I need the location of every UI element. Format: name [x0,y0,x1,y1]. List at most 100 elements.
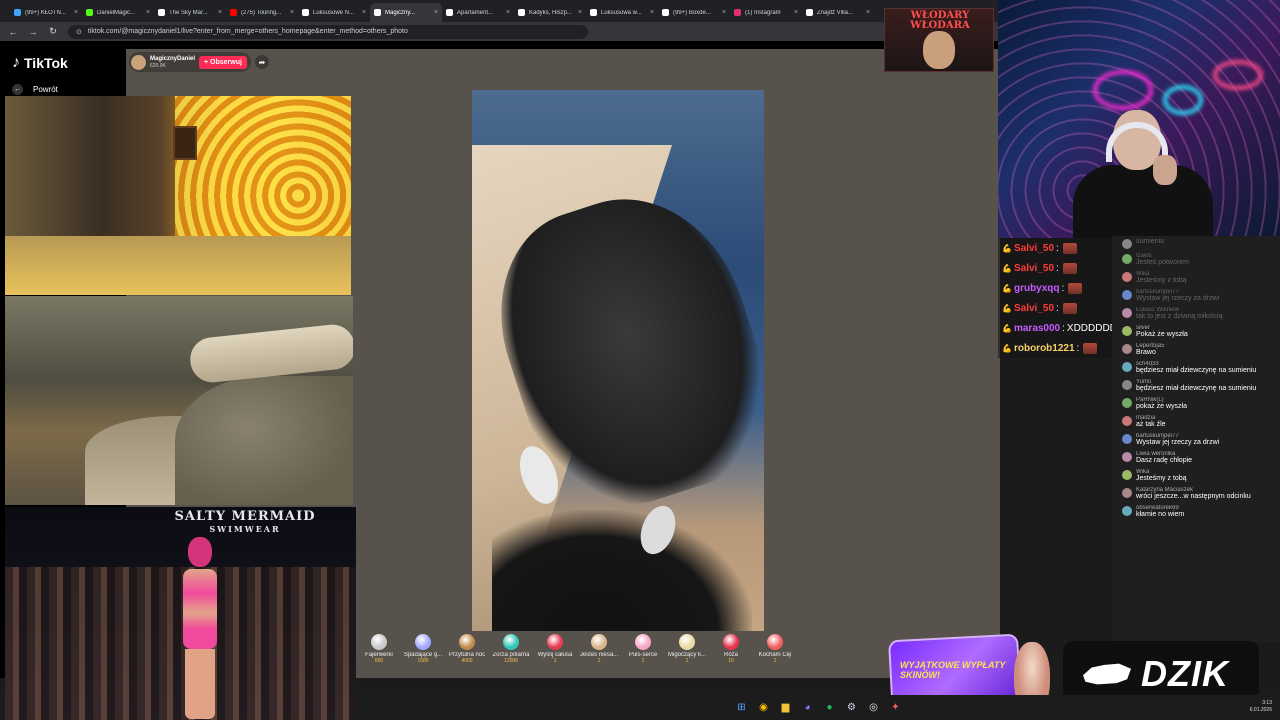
chat-avatar[interactable] [1122,308,1132,318]
chrome-icon[interactable]: ◉ [756,700,772,716]
chat-message-item[interactable]: PaRNik(L) pokaż że wyszła [1112,395,1280,413]
gift-item[interactable]: Puls-serce 1 [621,634,665,664]
gift-item[interactable]: Kocham Cię 1 [753,634,797,664]
tiktok-logo[interactable]: ♪ TikTok [12,54,68,72]
chat-message-item[interactable]: Wika Jesteśmy z tobą [1112,269,1280,287]
browser-tab[interactable]: (1) Instagram × [730,3,802,22]
chat-username: grubyxqq [1013,282,1060,294]
windows-start-icon[interactable]: ⊞ [734,700,750,716]
browser-tab[interactable]: Kadyks, Hiszp... × [514,3,586,22]
browser-tab[interactable]: The Sky Mar... × [154,3,226,22]
chat-message-item[interactable]: sch4d33 będziesz miał dziewczynę na sumie… [1112,359,1280,377]
follow-button[interactable]: + Obserwuj [199,55,247,69]
chat-avatar[interactable] [1122,272,1132,282]
chat-message-item[interactable]: Yumo będziesz miał dziewczynę na sumieniu [1112,377,1280,395]
reload-icon[interactable]: ↻ [48,26,58,37]
chat-avatar[interactable] [1122,362,1132,372]
chat-message-item[interactable]: Katarzyna Maciaszek wróci jeszcze...w nas… [1112,485,1280,503]
tab-close-icon[interactable]: × [578,9,582,16]
tab-close-icon[interactable]: × [218,9,222,16]
chat-message-body: Yumo będziesz miał dziewczynę na sumieniu [1136,379,1274,393]
chat-message-item[interactable]: Liwia weronika Dasz radę chłopie [1112,449,1280,467]
chat-avatar[interactable] [1122,380,1132,390]
back-arrow-icon[interactable]: ← [8,27,18,37]
chat-message-item[interactable]: Łukasz Wiśniew tak to jest z dziwną miłoś… [1112,305,1280,323]
chat-avatar[interactable] [1122,254,1132,264]
browser-tab[interactable]: Magiczny... × [370,3,442,22]
chat-avatar[interactable] [1122,416,1132,426]
chat-emote-icon [1062,262,1077,274]
site-info-icon[interactable]: ⊙ [76,28,82,36]
chat-message-body: Łukasz Wiśniew tak to jest z dziwną miłoś… [1136,307,1274,321]
host-avatar[interactable] [131,54,146,70]
obs-icon[interactable]: ◎ [866,700,882,716]
gift-item[interactable]: Jesteś niesa... 1 [577,634,621,664]
tab-close-icon[interactable]: × [434,9,438,16]
chat-avatar[interactable] [1122,239,1132,249]
steam-icon[interactable]: ⚙ [844,700,860,716]
browser-tab[interactable]: Znajdź Villa... × [802,3,874,22]
tab-close-icon[interactable]: × [506,9,510,16]
gift-item[interactable]: Róża 10 [709,634,753,664]
tab-close-icon[interactable]: × [794,9,798,16]
browser-tab[interactable]: (275) Touring... × [226,3,298,22]
live-video[interactable] [472,90,764,674]
chat-avatar[interactable] [1122,398,1132,408]
spotify-icon[interactable]: ● [822,700,838,716]
tiktok-chat-panel[interactable]: sumieniu Izaels Jesteś potworem Wika Jesteśm… [1112,236,1280,642]
neon-sign-pink [1093,70,1153,110]
chat-avatar[interactable] [1122,452,1132,462]
tab-close-icon[interactable]: × [362,9,366,16]
system-clock[interactable]: 3:13 6.01.2026 [1250,700,1272,714]
gift-item[interactable]: Migoczący k... 1 [665,634,709,664]
chat-message-item[interactable]: madzia aż tak źle [1112,413,1280,431]
back-link[interactable]: ← Powrót [12,84,58,95]
browser-tab[interactable]: (99+) KŁOTN... × [10,3,82,22]
share-icon[interactable]: ➦ [255,55,269,69]
chat-message-item[interactable]: silver Pokaż że wyszła [1112,323,1280,341]
chat-message-item[interactable]: bartuskumpel77 Wystaw jej rzeczy za drzwi [1112,431,1280,449]
chat-avatar[interactable] [1122,506,1132,516]
chat-message-item[interactable]: Wika Jesteśmy z tobą [1112,467,1280,485]
gift-item[interactable]: Przytulna noc 4000 [445,634,489,664]
tab-close-icon[interactable]: × [722,9,726,16]
gift-item[interactable]: Wyślij całusa 1 [533,634,577,664]
gift-item[interactable]: Spadające g... 1580 [401,634,445,664]
tab-close-icon[interactable]: × [290,9,294,16]
browser-tab-strip: (99+) KŁOTN... × DanielMagic... × The Sky Ma… [0,0,1000,22]
chat-avatar[interactable] [1122,326,1132,336]
sand-floor [5,236,351,295]
browser-tab[interactable]: DanielMagic... × [82,3,154,22]
browser-tab[interactable]: Apartament... × [442,3,514,22]
browser-tab[interactable]: Luksusowe N... × [298,3,370,22]
chat-message-item[interactable]: Izaels Jesteś potworem [1112,251,1280,269]
chat-message-item[interactable]: obserwatorek69 kłamie no wiem [1112,503,1280,521]
url-input[interactable]: ⊙ tiktok.com/@magicznydaniel1/live?enter… [68,24,588,39]
chat-avatar[interactable] [1122,488,1132,498]
chat-avatar[interactable] [1122,434,1132,444]
browser-tab[interactable]: Luksusowa w... × [586,3,658,22]
app-icon[interactable]: ✦ [888,700,904,716]
chat-badge-icon: 💪 [1002,263,1012,273]
tab-label: The Sky Mar... [169,9,208,16]
gift-item[interactable]: Zorza polarna 12000 [489,634,533,664]
chat-avatar[interactable] [1122,290,1132,300]
tab-close-icon[interactable]: × [146,9,150,16]
gift-icon [459,634,475,650]
tab-close-icon[interactable]: × [650,9,654,16]
chat-message-item[interactable]: Lepertoja5 Brawo [1112,341,1280,359]
host-info[interactable]: MagicznyDaniel 620.9K + Obserwuj [129,52,251,72]
chat-message-item[interactable]: bartuskumpel77 Wystaw jej rzeczy za drzwi [1112,287,1280,305]
file-explorer-icon[interactable]: ▆ [778,700,794,716]
gift-item[interactable]: Fajerwerki 600 [357,634,401,664]
tab-close-icon[interactable]: × [74,9,78,16]
model-head [188,537,212,567]
forward-arrow-icon[interactable]: → [28,27,38,37]
tab-close-icon[interactable]: × [866,9,870,16]
chat-emote-icon [1062,242,1077,254]
chat-message-item[interactable]: sumieniu [1112,236,1280,251]
discord-icon[interactable]: ◕ [800,700,816,716]
chat-avatar[interactable] [1122,470,1132,480]
chat-avatar[interactable] [1122,344,1132,354]
browser-tab[interactable]: (99+) Boxde... × [658,3,730,22]
